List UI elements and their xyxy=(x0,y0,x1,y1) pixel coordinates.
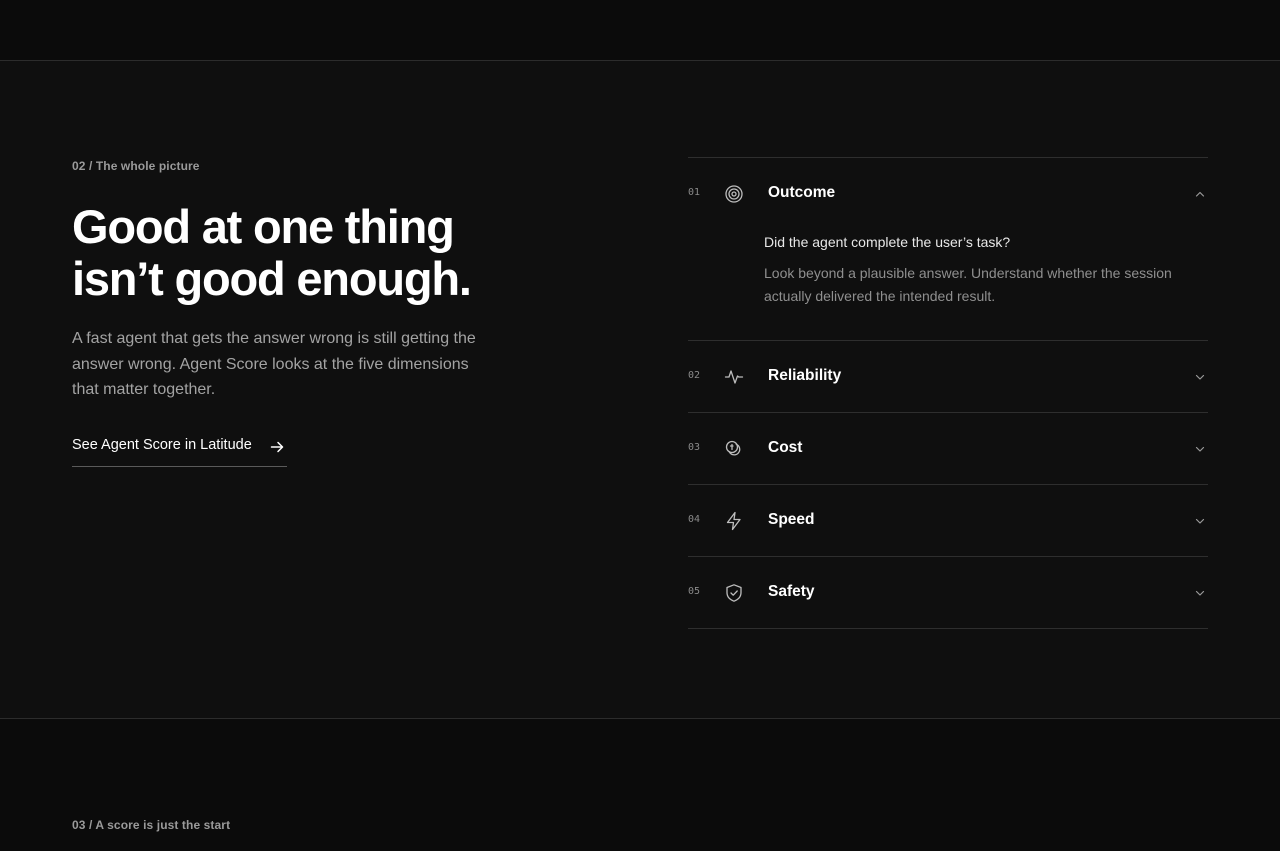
chevron-down-icon xyxy=(1195,446,1205,452)
item-number: 04 xyxy=(688,514,701,525)
item-number: 01 xyxy=(688,187,701,198)
chevron-down-icon xyxy=(1195,518,1205,524)
lightning-icon xyxy=(724,511,744,531)
accordion-header-reliability[interactable]: 02 Reliability xyxy=(688,341,1208,412)
item-title: Speed xyxy=(768,511,815,528)
arrow-right-icon xyxy=(270,441,284,453)
top-band xyxy=(0,0,1280,61)
accordion-header-cost[interactable]: 03 Cost xyxy=(688,413,1208,484)
item-question: Did the agent complete the user’s task? xyxy=(764,234,1011,250)
pulse-icon xyxy=(724,367,744,387)
chevron-down-icon xyxy=(1195,374,1205,380)
accordion-header-outcome[interactable]: 01 Outcome xyxy=(688,158,1208,229)
item-title: Outcome xyxy=(768,184,836,201)
accordion-item-speed: 04 Speed xyxy=(688,485,1208,557)
headline-line-2: isn’t good enough. xyxy=(72,252,472,305)
accordion-item-safety: 05 Safety xyxy=(688,557,1208,629)
section-headline: Good at one thing isn’t good enough. xyxy=(72,201,532,305)
chevron-up-icon xyxy=(1195,191,1205,197)
item-number: 03 xyxy=(688,442,701,453)
accordion-item-cost: 03 Cost xyxy=(688,413,1208,485)
accordion-header-speed[interactable]: 04 Speed xyxy=(688,485,1208,556)
next-section: 03 / A score is just the start xyxy=(0,718,1280,851)
item-title: Reliability xyxy=(768,367,842,384)
shield-check-icon xyxy=(724,583,744,603)
item-answer: Look beyond a plausible answer. Understa… xyxy=(764,265,1172,304)
accordion-header-safety[interactable]: 05 Safety xyxy=(688,557,1208,628)
item-number: 02 xyxy=(688,370,701,381)
accordion-item-reliability: 02 Reliability xyxy=(688,341,1208,413)
chevron-down-icon xyxy=(1195,590,1205,596)
accordion-item-outcome: 01 Outcome Did the agent complete the us… xyxy=(688,158,1208,341)
headline-line-1: Good at one thing xyxy=(72,200,455,253)
section-eyebrow: 02 / The whole picture xyxy=(72,159,200,173)
cta-label: See Agent Score in Latitude xyxy=(72,437,252,453)
whole-picture-section: 02 / The whole picture Good at one thing… xyxy=(0,61,1280,718)
section-lede: A fast agent that gets the answer wrong … xyxy=(72,330,476,398)
target-icon xyxy=(724,184,744,204)
coins-icon xyxy=(724,439,744,459)
item-number: 05 xyxy=(688,586,701,597)
see-agent-score-link[interactable]: See Agent Score in Latitude xyxy=(72,435,287,467)
dimensions-accordion: 01 Outcome Did the agent complete the us… xyxy=(688,157,1208,629)
item-title: Safety xyxy=(768,583,815,600)
next-section-eyebrow: 03 / A score is just the start xyxy=(72,818,231,832)
item-title: Cost xyxy=(768,439,803,456)
accordion-body-outcome: Did the agent complete the user’s task? … xyxy=(688,229,1208,340)
